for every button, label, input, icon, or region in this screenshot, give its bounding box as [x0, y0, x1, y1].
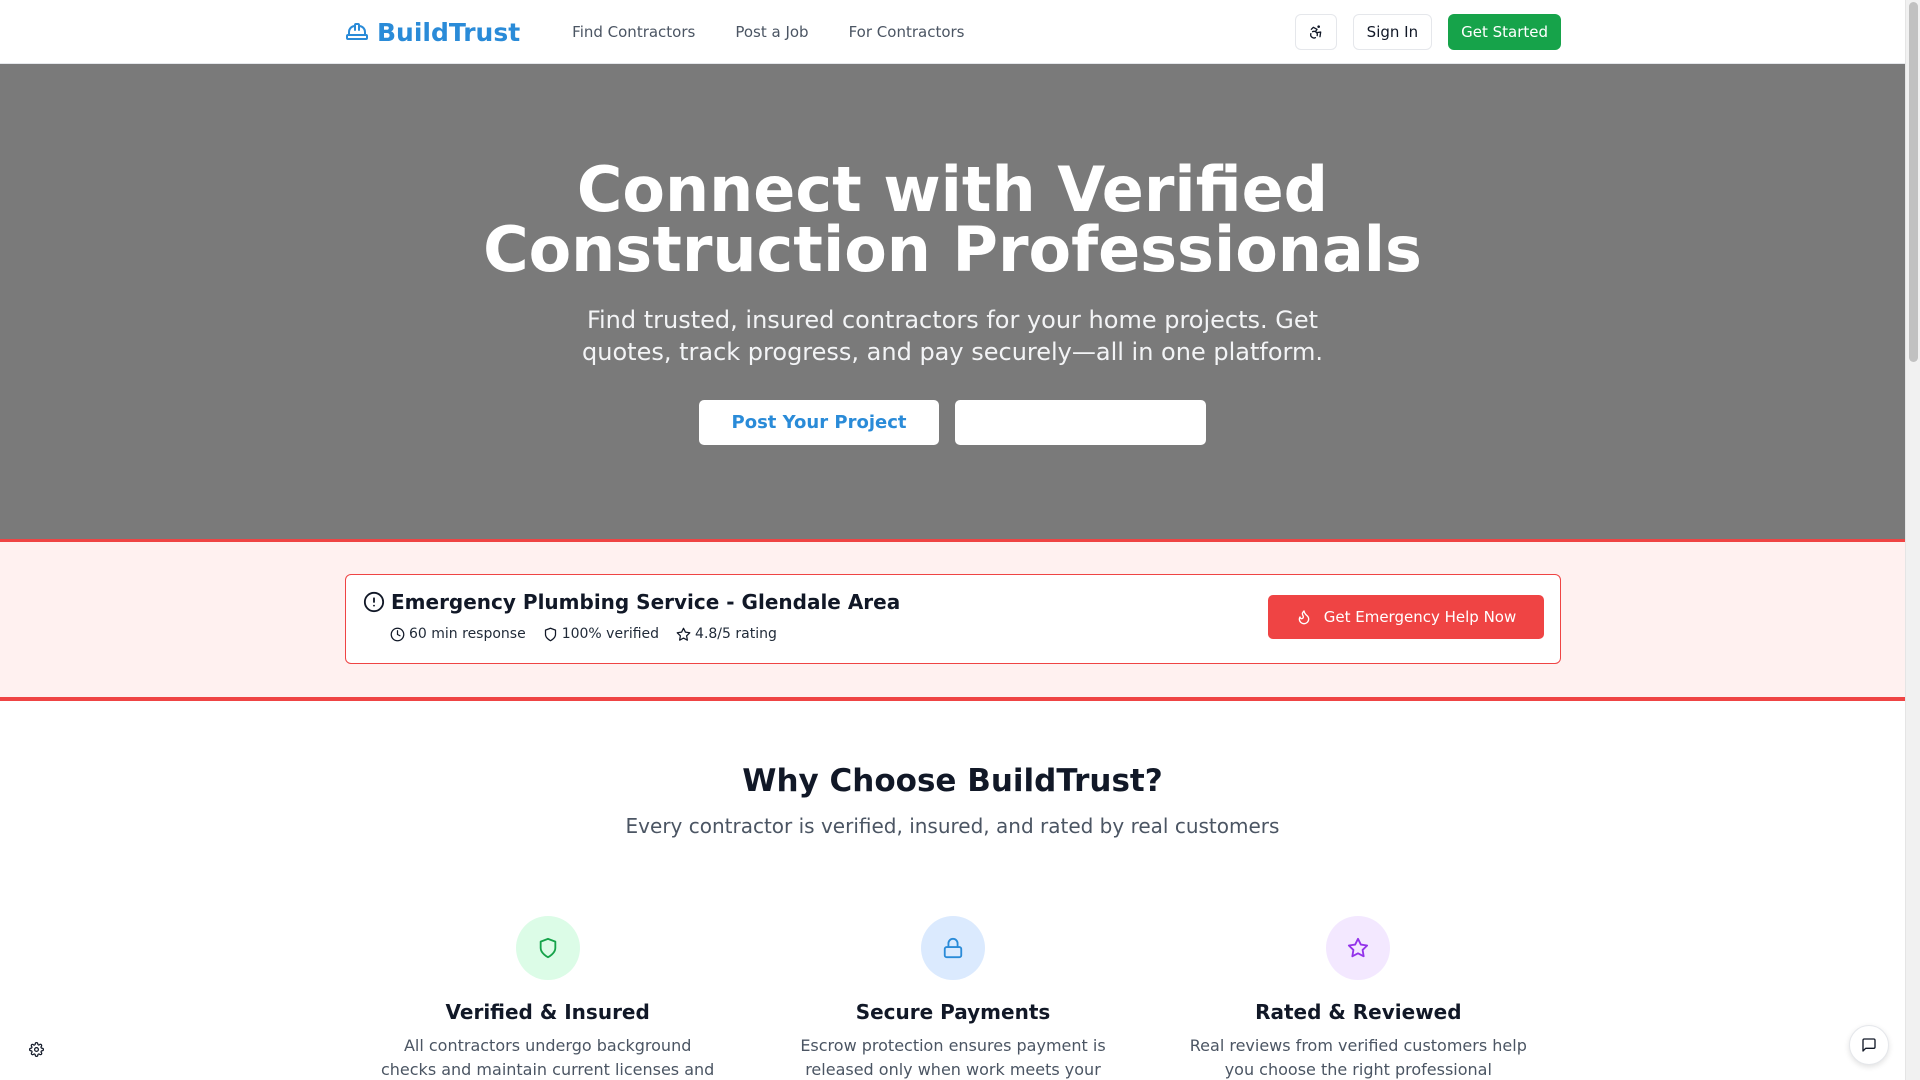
- page-scrollbar[interactable]: [1905, 0, 1920, 1080]
- flame-icon: [1298, 610, 1310, 625]
- clock-icon: [390, 627, 405, 641]
- hero-subtitle: Find trusted, insured contractors for yo…: [582, 306, 1323, 366]
- features-grid: Verified & Insured All contractors under…: [345, 916, 1561, 1080]
- hard-hat-icon: [346, 23, 368, 40]
- stat-rating: 4.8/5 rating: [676, 626, 777, 642]
- nav-for-contractors[interactable]: For Contractors: [849, 23, 965, 41]
- shield-icon: [539, 937, 556, 959]
- brand-logo[interactable]: BuildTrust: [345, 18, 520, 47]
- page: BuildTrust Find Contractors Post a Job F…: [0, 0, 1905, 1080]
- accessibility-icon: [1309, 25, 1322, 39]
- feature-verified-title: Verified & Insured: [445, 1000, 650, 1024]
- star-icon: [1348, 937, 1369, 958]
- emergency-card: Emergency Plumbing Service - Glendale Ar…: [345, 574, 1561, 664]
- feature-payments: Secure Payments Escrow protection ensure…: [750, 916, 1155, 1080]
- hero-title-line2: Construction Professionals: [483, 213, 1422, 286]
- hero-actions: Post Your Project: [0, 400, 1905, 445]
- stat-rating-label: 4.8/5 rating: [695, 626, 777, 642]
- emergency-help-button[interactable]: Get Emergency Help Now: [1268, 595, 1544, 639]
- accessibility-button[interactable]: [1294, 14, 1337, 50]
- emergency-section: Emergency Plumbing Service - Glendale Ar…: [0, 542, 1905, 701]
- why-section: Why Choose BuildTrust? Every contractor …: [0, 701, 1905, 1080]
- why-title: Why Choose BuildTrust?: [742, 763, 1163, 799]
- shield-icon: [544, 627, 556, 641]
- header-inner: BuildTrust Find Contractors Post a Job F…: [345, 0, 1561, 64]
- stat-verified: 100% verified: [543, 626, 659, 642]
- secondary-hero-button[interactable]: [955, 400, 1206, 445]
- feature-rated-title: Rated & Reviewed: [1255, 1000, 1462, 1024]
- alert-circle-icon: [363, 591, 385, 613]
- hero-section: Connect with Verified Construction Profe…: [0, 64, 1905, 542]
- chat-button[interactable]: [1849, 1025, 1889, 1065]
- emergency-title-row: Emergency Plumbing Service - Glendale Ar…: [363, 590, 900, 614]
- feature-payments-desc: Escrow protection ensures payment is rel…: [800, 1036, 1106, 1079]
- emergency-title: Emergency Plumbing Service - Glendale Ar…: [391, 590, 901, 614]
- hero-title-line1: Connect with Verified: [576, 153, 1329, 226]
- stat-verified-label: 100% verified: [561, 626, 660, 642]
- feature-payments-title: Secure Payments: [855, 1000, 1051, 1024]
- gear-icon: [28, 1041, 44, 1057]
- main-nav: Find Contractors Post a Job For Contract…: [572, 23, 964, 41]
- feature-verified-icon-wrap: [515, 916, 580, 980]
- feature-rated-desc: Real reviews from verified customers hel…: [1189, 1036, 1527, 1079]
- stat-response: 60 min response: [390, 626, 526, 642]
- settings-button[interactable]: [24, 1037, 48, 1061]
- nav-post-job[interactable]: Post a Job: [735, 23, 808, 41]
- emergency-help-label: Get Emergency Help Now: [1323, 608, 1517, 626]
- star-icon: [676, 627, 691, 641]
- stat-response-label: 60 min response: [409, 626, 526, 642]
- header-actions: Sign In Get Started: [1294, 14, 1561, 50]
- chat-icon: [1862, 1038, 1876, 1052]
- feature-rated-icon-wrap: [1326, 916, 1391, 980]
- why-subtitle: Every contractor is verified, insured, a…: [625, 814, 1280, 838]
- feature-verified-desc: All contractors undergo background check…: [380, 1036, 715, 1079]
- sign-in-button[interactable]: Sign In: [1352, 14, 1433, 50]
- top-header: BuildTrust Find Contractors Post a Job F…: [0, 0, 1905, 64]
- scrollbar-thumb[interactable]: [1909, 2, 1918, 362]
- feature-payments-icon-wrap: [920, 916, 985, 980]
- post-project-button[interactable]: Post Your Project: [699, 400, 939, 445]
- feature-verified: Verified & Insured All contractors under…: [345, 916, 750, 1080]
- feature-rated: Rated & Reviewed Real reviews from verif…: [1156, 916, 1561, 1080]
- hero-title: Connect with Verified Construction Profe…: [0, 153, 1905, 286]
- get-started-button[interactable]: Get Started: [1448, 14, 1561, 50]
- emergency-stats: 60 min response 100% verified 4.8/5 rati…: [390, 626, 777, 642]
- lock-icon: [943, 937, 963, 959]
- nav-find-contractors[interactable]: Find Contractors: [572, 23, 695, 41]
- brand-name: BuildTrust: [377, 17, 521, 47]
